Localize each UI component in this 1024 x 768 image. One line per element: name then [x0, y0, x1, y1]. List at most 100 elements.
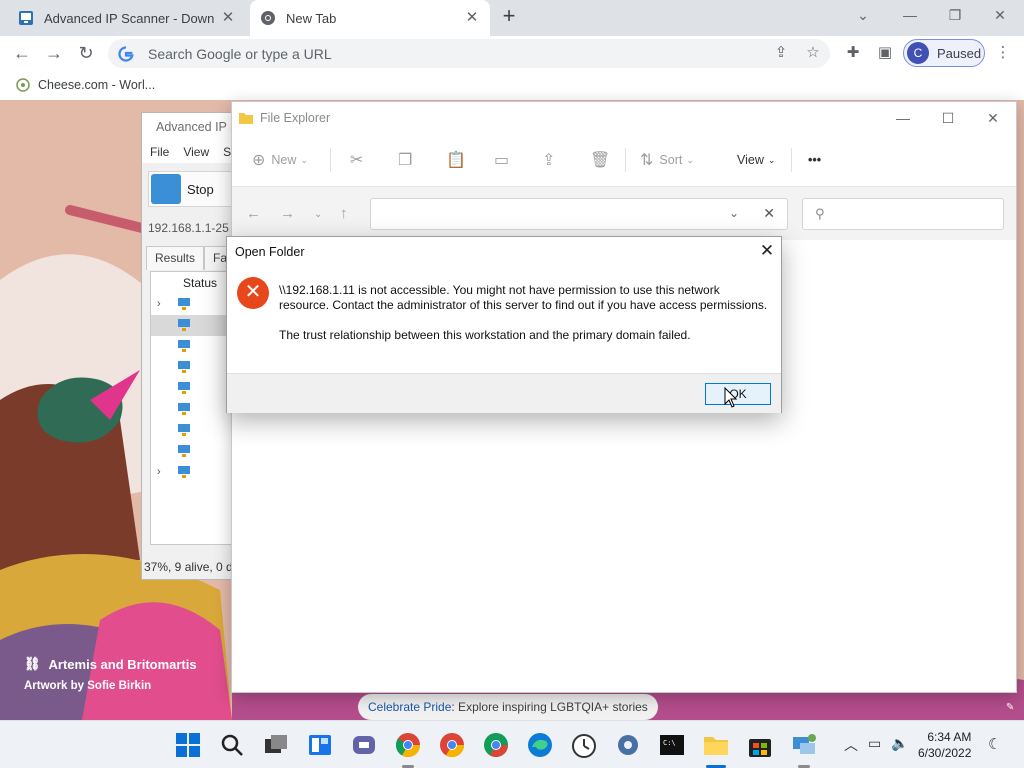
bookmark-cheese[interactable]: Cheese.com - Worl... — [38, 78, 155, 92]
notifications-moon-icon[interactable]: ☾ — [988, 735, 1001, 753]
address-input[interactable]: ⌄ ✕ — [370, 198, 788, 230]
dialog-title: Open Folder — [235, 245, 305, 259]
maximize-button[interactable]: ☐ — [933, 106, 963, 130]
mouse-cursor-icon — [724, 387, 738, 408]
menu-file[interactable]: File — [150, 145, 169, 159]
chrome-beta-icon[interactable] — [482, 731, 510, 759]
menu-settings[interactable]: S — [223, 145, 231, 159]
tab-new-tab[interactable]: New Tab ✕ — [250, 0, 490, 36]
back-button[interactable]: ← — [9, 40, 35, 66]
computer-icon — [178, 445, 190, 457]
open-folder-dialog: Open Folder ✕ ✕ \\192.168.1.11 is not ac… — [226, 236, 782, 413]
widgets-icon[interactable] — [306, 731, 334, 759]
explorer-address-bar: ← → ⌄ ↑ ⌄ ✕ ⚲ — [232, 186, 1016, 240]
reload-button[interactable]: ↻ — [73, 40, 99, 66]
copy-icon[interactable]: ❐ — [398, 138, 418, 182]
minimize-button[interactable]: — — [895, 4, 925, 26]
chrome-icon[interactable] — [394, 731, 422, 759]
back-button[interactable]: ← — [246, 205, 261, 222]
side-panel-icon[interactable]: ▣ — [876, 44, 894, 62]
forward-button[interactable]: → — [280, 205, 295, 222]
close-icon[interactable]: ✕ — [757, 241, 777, 261]
clear-icon[interactable]: ✕ — [763, 205, 775, 222]
clock-date: 6/30/2022 — [918, 746, 972, 760]
profile-button[interactable]: C Paused — [903, 39, 985, 67]
menu-view[interactable]: View — [183, 145, 209, 159]
extensions-icon[interactable]: ✚ — [844, 44, 862, 62]
ip-scanner-tabs: Results Fa — [146, 246, 237, 270]
taskbar: C:\ ︿ ▭ 🔈 6:34 AM 6/30/2022 ☾ — [0, 720, 1024, 768]
new-button[interactable]: ⊕ New ⌄ — [252, 138, 308, 182]
stop-button[interactable]: Stop — [148, 171, 234, 207]
store-icon[interactable] — [746, 731, 774, 759]
close-icon[interactable]: ✕ — [464, 10, 480, 26]
stop-label: Stop — [187, 181, 214, 197]
search-icon[interactable] — [218, 731, 246, 759]
explorer-command-bar: ⊕ New ⌄ ✂ ❐ 📋 ▭ ⇪ 🗑 ⇅ Sort ⌄ View ⌄ ••• — [232, 138, 1016, 182]
task-view-icon[interactable] — [262, 731, 290, 759]
explorer-title: File Explorer — [260, 111, 331, 125]
chevron-down-icon[interactable]: ⌄ — [729, 206, 739, 220]
share-icon[interactable]: ⇪ — [542, 138, 561, 182]
close-window-button[interactable]: ✕ — [985, 4, 1015, 26]
new-label: New — [271, 153, 297, 167]
chevron-right-icon[interactable]: › — [157, 298, 161, 310]
network-scanner-icon[interactable] — [790, 731, 818, 759]
cut-icon[interactable]: ✂ — [350, 138, 369, 182]
delete-icon[interactable]: 🗑 — [590, 138, 616, 182]
rename-icon[interactable]: ▭ — [494, 138, 515, 182]
advanced-ip-scanner-favicon — [19, 11, 33, 25]
bookmark-star-icon[interactable]: ☆ — [804, 44, 822, 62]
teams-chat-icon[interactable] — [350, 731, 378, 759]
system-clock[interactable]: 6:34 AM 6/30/2022 — [918, 729, 971, 761]
minimize-button[interactable]: — — [888, 106, 918, 130]
file-explorer-icon[interactable] — [702, 731, 730, 759]
forward-button[interactable]: → — [41, 40, 67, 66]
separator — [330, 148, 331, 172]
artwork-title: Artemis and Britomartis — [48, 656, 197, 672]
chrome-profile-icon[interactable] — [438, 731, 466, 759]
ip-range-input[interactable]: 192.168.1.1-25 — [148, 221, 229, 235]
tab-search-icon[interactable]: ⌄ — [848, 4, 878, 26]
settings-gear-icon[interactable] — [614, 731, 642, 759]
close-icon[interactable]: ✕ — [220, 10, 236, 26]
ok-button[interactable]: OK — [705, 383, 771, 405]
share-icon[interactable]: ⇪ — [772, 44, 790, 62]
search-input[interactable]: ⚲ — [802, 198, 1004, 230]
system-tray: ︿ ▭ 🔈 — [844, 735, 909, 755]
view-button[interactable]: View ⌄ — [737, 138, 775, 182]
svg-text:C:\: C:\ — [663, 739, 676, 747]
more-options-button[interactable]: ••• — [808, 138, 821, 182]
tab-results[interactable]: Results — [146, 246, 205, 270]
close-window-button[interactable]: ✕ — [978, 106, 1008, 130]
browser-toolbar: ← → ↻ Search Google or type a URL ⇪ ☆ ✚ … — [0, 36, 1024, 70]
tab-advanced-ip-scanner[interactable]: Advanced IP Scanner - Download ✕ — [8, 0, 246, 36]
promo-link[interactable]: Celebrate Pride — [368, 700, 451, 714]
artwork-credit[interactable]: ⛓ Artemis and Britomartis Artwork by Sofi… — [24, 656, 197, 692]
windows-start-icon[interactable] — [174, 731, 202, 759]
customize-icon[interactable]: ✎ — [1006, 702, 1018, 714]
separator — [791, 148, 792, 172]
sort-button[interactable]: ⇅ Sort ⌄ — [640, 138, 694, 182]
promo-chip[interactable]: Celebrate Pride: Explore inspiring LGBTQ… — [358, 694, 658, 720]
clock-app-icon[interactable] — [570, 731, 598, 759]
profile-status: Paused — [937, 45, 982, 61]
menu-icon[interactable]: ⋮ — [994, 44, 1012, 62]
restore-button[interactable]: ❐ — [940, 4, 970, 26]
chevron-right-icon[interactable]: › — [157, 466, 161, 478]
scan-status: 37%, 9 alive, 0 de — [144, 560, 240, 574]
computer-icon — [178, 361, 190, 373]
recent-locations-icon[interactable]: ⌄ — [314, 209, 322, 220]
computer-icon — [178, 340, 190, 352]
stop-icon — [151, 174, 181, 204]
network-icon[interactable]: ▭ — [868, 735, 881, 755]
omnibox[interactable]: Search Google or type a URL — [108, 39, 830, 68]
terminal-icon[interactable]: C:\ — [658, 731, 686, 759]
chevron-up-icon[interactable]: ︿ — [844, 735, 858, 755]
paste-icon[interactable]: 📋 — [446, 138, 472, 182]
edge-icon[interactable] — [526, 731, 554, 759]
new-tab-button[interactable]: + — [498, 5, 520, 28]
omnibox-placeholder: Search Google or type a URL — [148, 45, 332, 62]
volume-icon[interactable]: 🔈 — [891, 735, 908, 755]
up-button[interactable]: ↑ — [340, 205, 348, 222]
